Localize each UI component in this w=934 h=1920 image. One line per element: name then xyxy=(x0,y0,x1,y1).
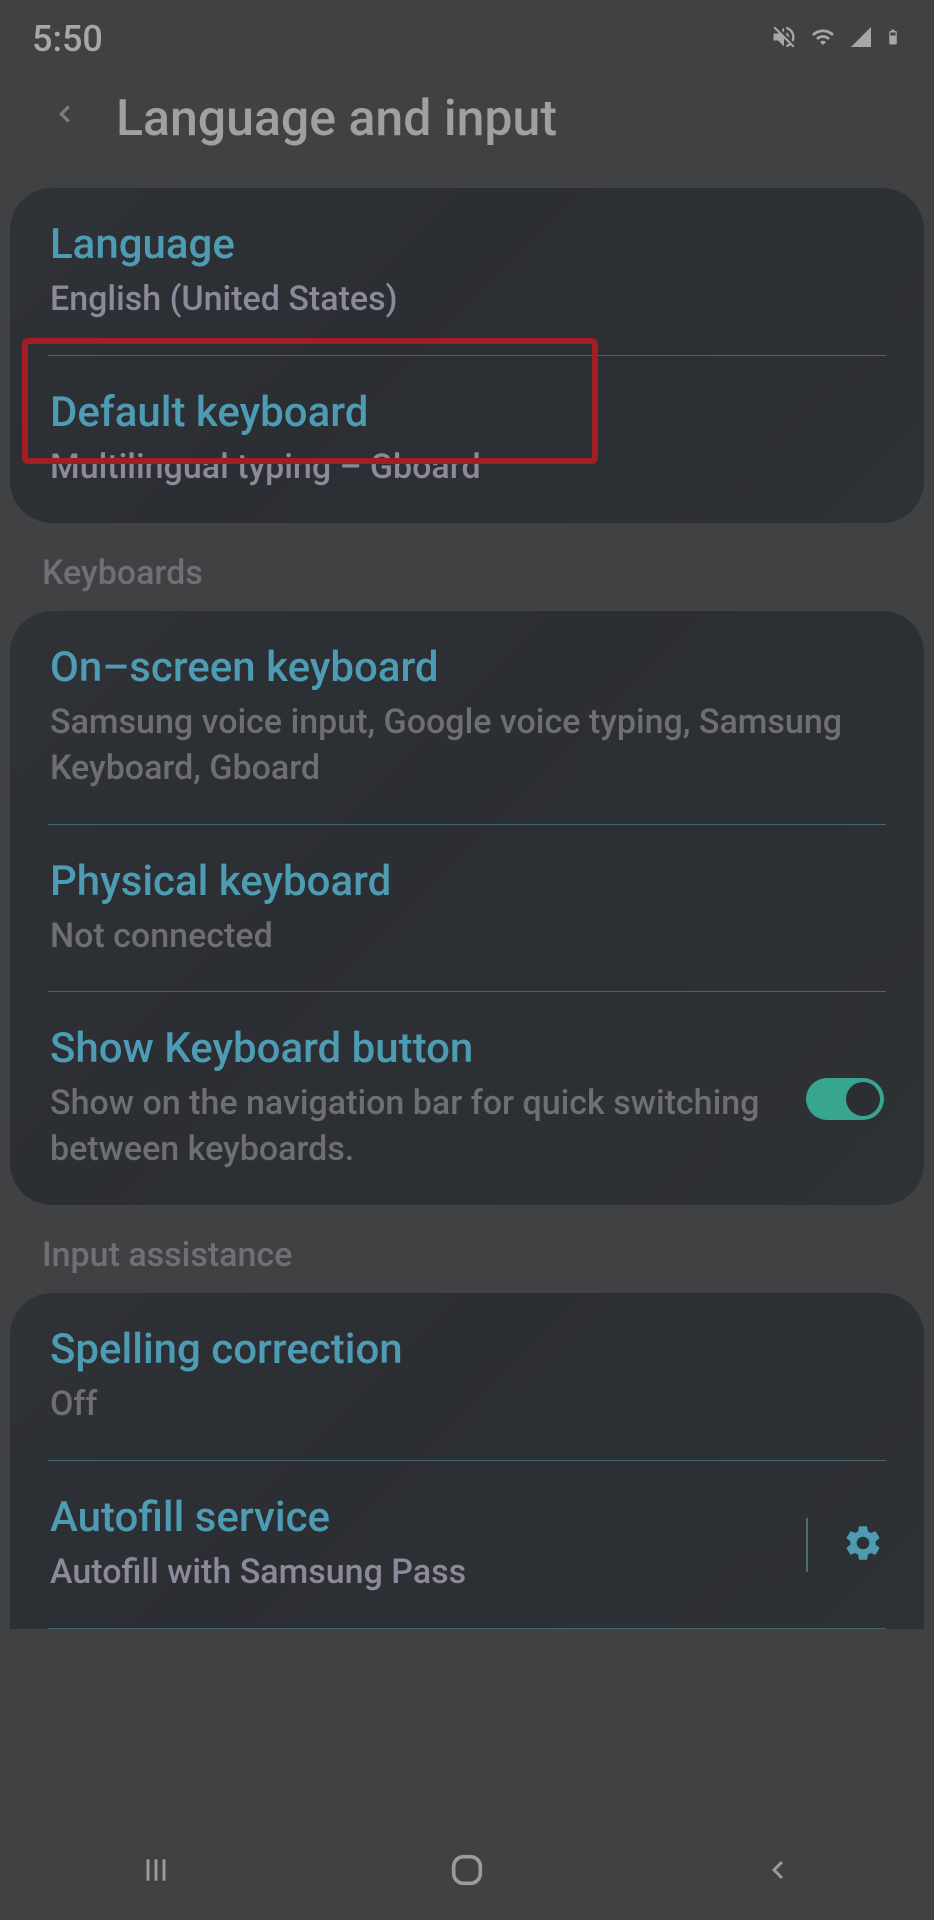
setting-physical-keyboard-subtitle: Not connected xyxy=(50,914,884,960)
status-bar: 5:50 xyxy=(0,0,934,70)
section-header-keyboards: Keyboards xyxy=(0,523,934,611)
card-input-assistance: Spelling correction Off Autofill service… xyxy=(10,1293,924,1629)
nav-back-icon[interactable] xyxy=(748,1840,808,1900)
nav-recents-icon[interactable] xyxy=(126,1840,186,1900)
setting-physical-keyboard-title: Physical keyboard xyxy=(50,857,884,906)
setting-default-keyboard-title: Default keyboard xyxy=(50,388,884,437)
setting-spelling-correction[interactable]: Spelling correction Off xyxy=(10,1293,924,1460)
page-header: Language and input xyxy=(0,70,934,188)
signal-icon xyxy=(848,25,874,53)
setting-default-keyboard-subtitle: Multilingual typing – Gboard xyxy=(50,445,884,491)
setting-default-keyboard[interactable]: Default keyboard Multilingual typing – G… xyxy=(10,356,924,523)
setting-onscreen-keyboard-subtitle: Samsung voice input, Google voice typing… xyxy=(50,700,884,792)
page-title: Language and input xyxy=(116,90,557,148)
status-time: 5:50 xyxy=(32,18,103,60)
divider xyxy=(48,1628,886,1629)
nav-home-icon[interactable] xyxy=(437,1840,497,1900)
toggle-knob xyxy=(846,1082,880,1116)
setting-show-keyboard-button[interactable]: Show Keyboard button Show on the navigat… xyxy=(10,992,924,1205)
wifi-icon xyxy=(808,25,838,53)
setting-autofill-service-title: Autofill service xyxy=(50,1493,806,1542)
setting-spelling-correction-title: Spelling correction xyxy=(50,1325,884,1374)
setting-physical-keyboard[interactable]: Physical keyboard Not connected xyxy=(10,825,924,992)
setting-onscreen-keyboard-title: On–screen keyboard xyxy=(50,643,884,692)
mute-icon xyxy=(770,23,798,55)
card-language-defaults: Language English (United States) Default… xyxy=(10,188,924,523)
navigation-bar xyxy=(0,1820,934,1920)
back-icon[interactable] xyxy=(50,90,80,148)
setting-show-keyboard-button-subtitle: Show on the navigation bar for quick swi… xyxy=(50,1081,786,1173)
setting-language-subtitle: English (United States) xyxy=(50,277,884,323)
setting-language[interactable]: Language English (United States) xyxy=(10,188,924,355)
vertical-divider xyxy=(806,1518,808,1572)
setting-onscreen-keyboard[interactable]: On–screen keyboard Samsung voice input, … xyxy=(10,611,924,824)
battery-icon xyxy=(884,23,902,55)
status-icons xyxy=(770,23,902,55)
setting-language-title: Language xyxy=(50,220,884,269)
setting-autofill-service[interactable]: Autofill service Autofill with Samsung P… xyxy=(10,1461,924,1628)
setting-autofill-service-subtitle: Autofill with Samsung Pass xyxy=(50,1550,806,1596)
toggle-show-keyboard-button[interactable] xyxy=(806,1078,884,1120)
setting-show-keyboard-button-title: Show Keyboard button xyxy=(50,1024,786,1073)
card-keyboards: On–screen keyboard Samsung voice input, … xyxy=(10,611,924,1205)
section-header-input-assistance: Input assistance xyxy=(0,1205,934,1293)
gear-icon[interactable] xyxy=(842,1522,884,1568)
setting-spelling-correction-subtitle: Off xyxy=(50,1382,884,1428)
